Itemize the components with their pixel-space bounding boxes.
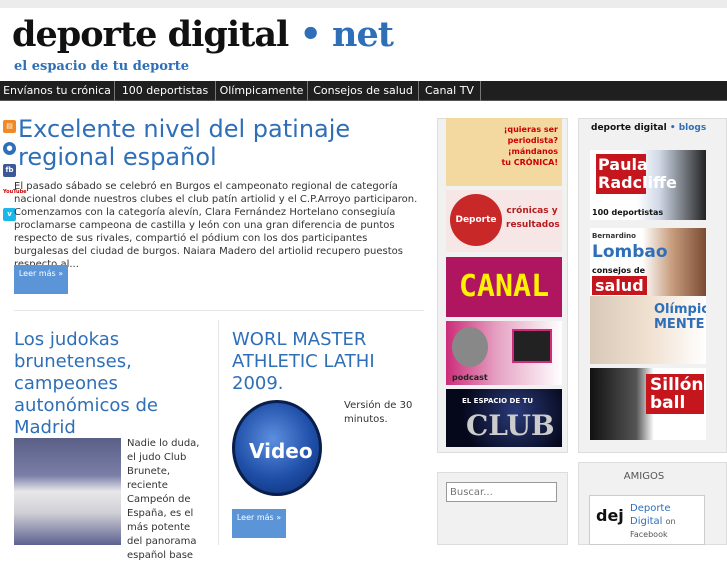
fb-on-label: on <box>665 517 676 526</box>
deportistas-label: 100 deportistas <box>592 208 664 217</box>
judo-title[interactable]: Los judokas brunetenses, campeones auton… <box>14 329 204 439</box>
video-label: Video <box>249 439 313 463</box>
fb-page-logo: dej <box>596 506 624 525</box>
athletic-title[interactable]: WORL MASTER ATHLETIC LATHI 2009. <box>232 329 412 395</box>
fb-page-title: Deporte Digital <box>630 503 671 527</box>
banner-resultados[interactable]: Deporte 2D crónicas y resultados <box>446 190 562 252</box>
banner-club[interactable]: EL ESPACIO DE TU CLUB <box>446 389 562 447</box>
nav-item-salud[interactable]: Consejos de salud <box>308 81 419 101</box>
read-more-button[interactable]: Leer más » <box>14 265 68 294</box>
search-input[interactable] <box>446 482 557 502</box>
blogs-title: deporte digital • blogs <box>591 123 706 133</box>
read-more-button[interactable]: Leer más » <box>232 509 286 538</box>
blog-lombao[interactable]: Bernardino Lombao consejos de salud <box>590 228 706 298</box>
deporte-2d-logo: Deporte 2D <box>450 194 502 246</box>
fb-page-name: Deporte Digital on Facebook <box>630 502 704 541</box>
logo-dot: • <box>299 14 321 55</box>
amigos-title: AMIGOS <box>623 471 665 482</box>
blogs-title-suffix: • blogs <box>669 123 707 133</box>
olimpica-label: Olímpica MENTE <box>654 302 706 332</box>
divider <box>218 320 219 545</box>
site-slogan: el espacio de tu deporte <box>14 59 190 74</box>
logo-main: deporte digital <box>12 14 289 55</box>
feed-icon[interactable]: ● <box>3 142 16 155</box>
resultados-label: crónicas y resultados <box>506 206 560 230</box>
paula-label: Paula Radcliffe <box>596 154 677 194</box>
facebook-icon[interactable]: fb <box>3 164 16 177</box>
divider <box>14 310 424 311</box>
banner-canal-tv[interactable]: CANAL tv <box>446 257 562 317</box>
club-label: CLUB <box>466 409 555 442</box>
nav-item-cronica[interactable]: Envíanos tu crónica <box>0 81 115 101</box>
judo-excerpt: Nadie lo duda, el judo Club Brunete, rec… <box>127 438 200 561</box>
banner-cronica[interactable]: ¡quieras ser periodista? ¡mándanos tu CR… <box>446 118 562 186</box>
sillon-label: Sillón ball <box>646 374 704 414</box>
blogs-title-main: deporte digital <box>591 123 667 133</box>
rss-icon[interactable]: ▤ <box>3 120 16 133</box>
blog-paula[interactable]: Paula Radcliffe 100 deportistas <box>590 150 706 220</box>
featured-title[interactable]: Excelente nivel del patinaje regional es… <box>18 115 418 171</box>
banner-podcast[interactable]: podcast <box>446 321 562 385</box>
video-thumbnail[interactable]: Video <box>232 400 322 496</box>
podcast-label: podcast <box>452 373 488 382</box>
search-box <box>437 472 568 545</box>
facebook-page-widget[interactable]: dej Deporte Digital on Facebook <box>589 495 705 545</box>
fb-platform-label: Facebook <box>630 530 668 539</box>
athletic-excerpt: Versión de 30 minutos. <box>344 400 413 425</box>
blog-olimpica[interactable]: Olímpica MENTE <box>590 296 706 364</box>
amigos-box: AMIGOS dej Deporte Digital on Facebook <box>578 462 727 545</box>
lombao-first: Bernardino <box>592 232 636 240</box>
nav-item-olimpicamente[interactable]: Olímpicamente <box>216 81 308 101</box>
site-logo[interactable]: deporte digital • net <box>12 14 394 55</box>
featured-excerpt: El pasado sábado se celebró en Burgos el… <box>14 181 418 270</box>
top-strip <box>0 0 727 8</box>
microphone-icon <box>452 327 488 367</box>
nav-item-canal-tv[interactable]: Canal TV <box>419 81 481 101</box>
logo-net: net <box>332 14 394 55</box>
tv-icon <box>512 329 552 363</box>
judo-photo[interactable] <box>14 438 121 545</box>
salud-label: salud <box>592 276 647 295</box>
blog-sillon[interactable]: Sillón ball <box>590 368 706 440</box>
club-top-label: EL ESPACIO DE TU <box>462 397 534 405</box>
main-nav: Envíanos tu crónica 100 deportistas Olím… <box>0 81 727 101</box>
lombao-name: Lombao <box>592 242 668 262</box>
nav-item-deportistas[interactable]: 100 deportistas <box>115 81 216 101</box>
consejos-label: consejos de <box>592 266 646 275</box>
